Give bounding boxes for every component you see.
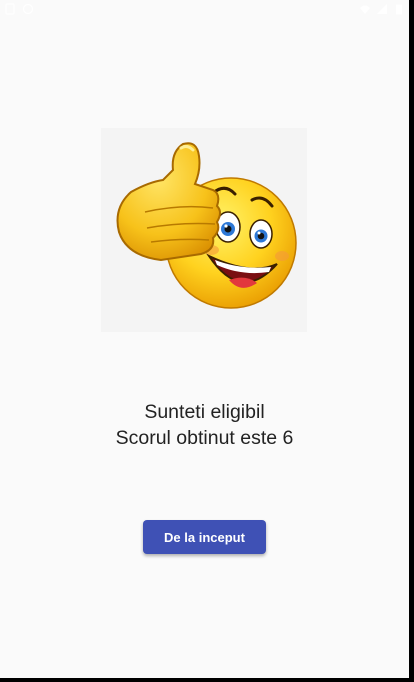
status-bar [0,0,409,24]
app-screen: Sunteti eligibil Scorul obtinut este 6 D… [0,0,409,678]
signal-icon [377,4,387,14]
wifi-icon [360,5,370,14]
restart-button[interactable]: De la inceput [143,520,266,554]
thumbs-up-smiley-illustration [116,142,297,309]
score-text: Scorul obtinut este 6 [115,427,294,449]
app-notification-icon [22,3,34,15]
status-bar-left [4,3,34,15]
status-bar-right [359,3,405,15]
eligibility-text: Sunteti eligibil [144,401,265,423]
sim-icon [5,3,15,15]
result-message: Sunteti eligibil Scorul obtinut este 6 [0,399,409,451]
battery-icon [396,4,402,15]
thumbs-up-smiley-icon [101,128,307,332]
